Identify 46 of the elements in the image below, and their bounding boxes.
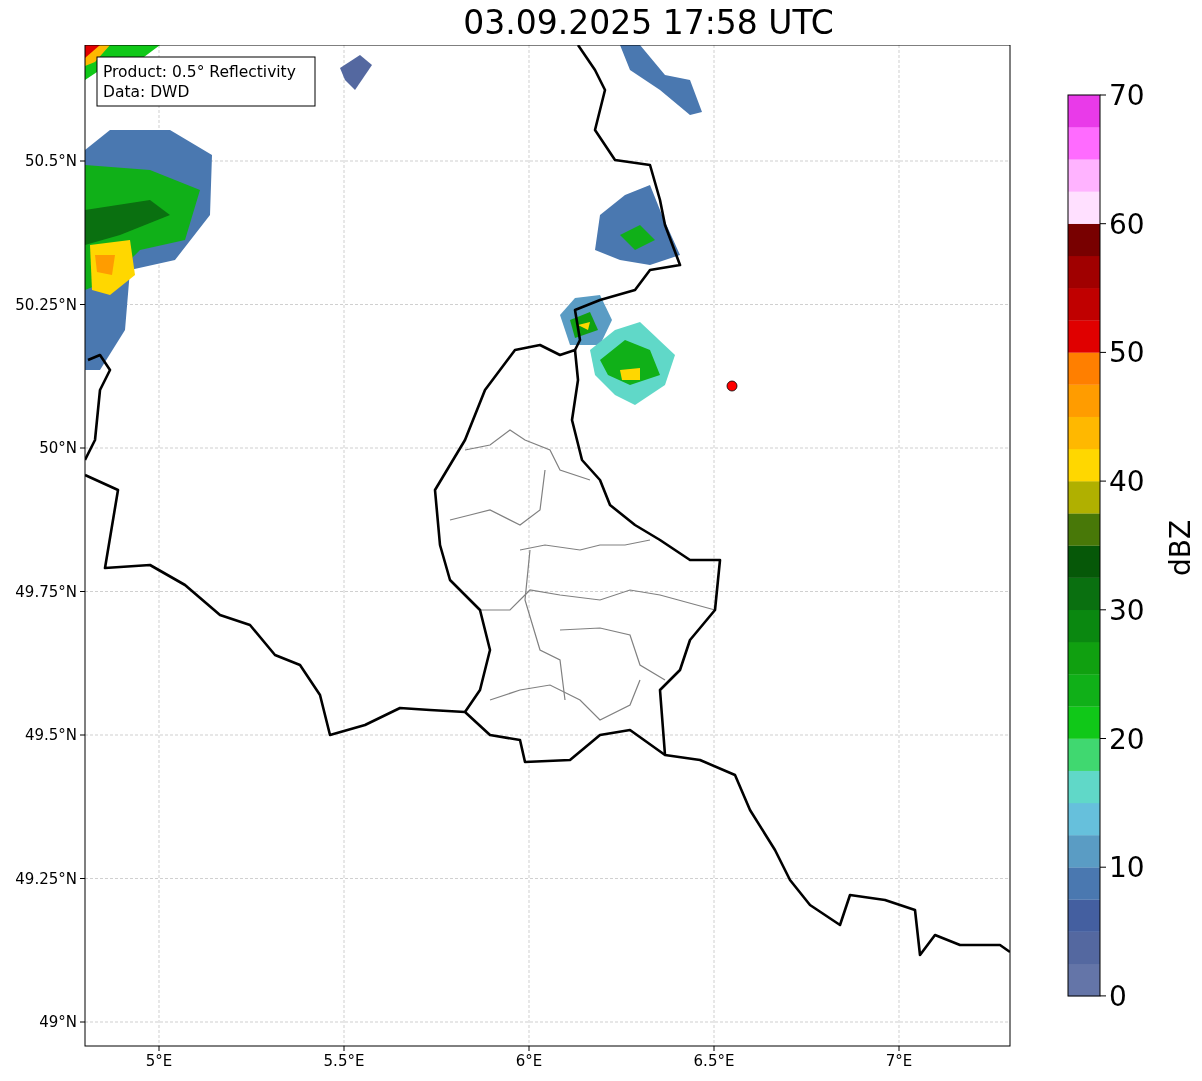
tick-mark (79, 734, 86, 736)
tick-mark (79, 591, 86, 592)
colorbar-tick-label: 0 (1109, 979, 1127, 1013)
colorbar-tick-label: 10 (1109, 851, 1145, 885)
colorbar-tick-label: 70 (1109, 79, 1145, 112)
y-tick-label: 49°N (39, 1013, 77, 1031)
tick-mark (343, 1045, 345, 1052)
tick-mark (158, 1045, 160, 1052)
info-text: Product: 0.5° Reflectivity (103, 63, 296, 81)
y-tick-label: 50.25°N (15, 295, 77, 314)
x-tick-label: 7°E (885, 1052, 913, 1070)
tick-mark (1099, 351, 1107, 353)
tick-mark (898, 1045, 900, 1052)
tick-mark (713, 1045, 715, 1052)
tick-mark (1099, 738, 1107, 739)
tick-mark (79, 878, 86, 879)
tick-mark (1099, 480, 1107, 482)
info-text: Data: DWD (103, 83, 190, 101)
tick-mark (1099, 866, 1107, 868)
tick-mark (79, 304, 86, 305)
location-marker (726, 380, 738, 392)
x-tick-label: 5°E (145, 1052, 173, 1070)
y-tick-label: 49.5°N (24, 726, 77, 744)
tick-mark (79, 160, 86, 162)
colorbar-tick-label: 50 (1109, 336, 1145, 370)
y-tick-label: 50°N (39, 439, 77, 457)
y-tick-label: 50.5°N (24, 152, 77, 170)
tick-mark (79, 1021, 86, 1023)
colorbar-tick-label: 20 (1109, 722, 1145, 756)
tick-mark (1099, 609, 1107, 611)
tick-mark (79, 447, 86, 449)
colorbar-tick-label: 60 (1109, 207, 1145, 241)
tick-mark (1099, 995, 1107, 997)
x-tick-label: 5.5°E (323, 1052, 365, 1070)
tick-mark (1099, 94, 1107, 96)
x-tick-label: 6.5°E (693, 1052, 735, 1070)
x-tick-label: 6°E (515, 1052, 543, 1070)
colorbar-label: dBZ (1164, 519, 1197, 577)
colorbar-tick-label: 30 (1109, 593, 1145, 627)
y-tick-label: 49.75°N (15, 582, 77, 601)
colorbar-tick-label: 40 (1109, 465, 1145, 499)
map-title: 03.09.2025 17:58 UTC (463, 6, 834, 39)
tick-mark (1099, 223, 1107, 225)
radar-echo (340, 55, 372, 90)
y-tick-label: 49.25°N (15, 869, 77, 888)
tick-mark (528, 1045, 530, 1052)
